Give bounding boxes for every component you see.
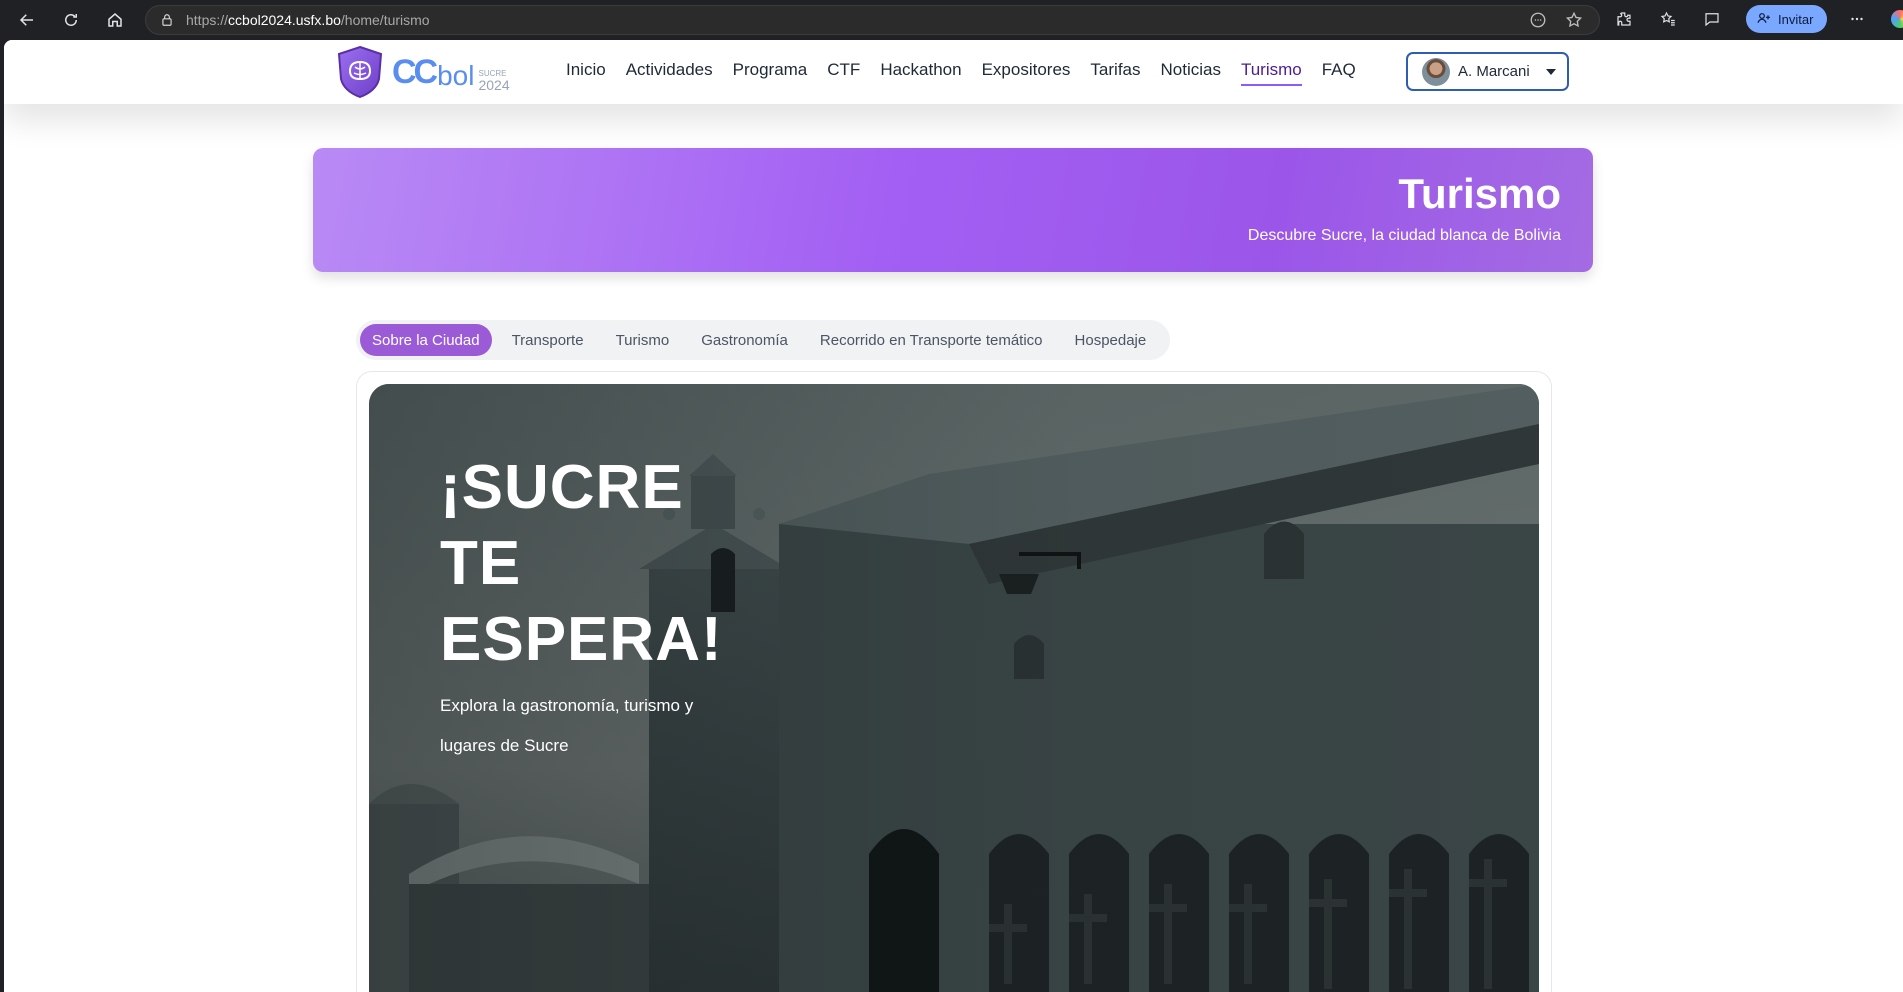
feedback-icon[interactable] xyxy=(1698,5,1726,33)
nav-link-expositores[interactable]: Expositores xyxy=(982,60,1071,86)
nav-link-programa[interactable]: Programa xyxy=(733,60,808,86)
copilot-icon[interactable] xyxy=(1891,10,1903,28)
reading-mode-icon[interactable] xyxy=(1529,11,1547,29)
logo-cc: CC xyxy=(392,52,438,91)
invite-icon xyxy=(1756,10,1772,29)
sucre-church-image: ¡SUCRE TE ESPERA! Explora la gastronomía… xyxy=(369,384,1539,992)
tab-sobre-la-ciudad[interactable]: Sobre la Ciudad xyxy=(360,324,492,356)
page-title: Turismo xyxy=(1398,170,1561,217)
caret-down-icon xyxy=(1545,68,1556,75)
nav-link-inicio[interactable]: Inicio xyxy=(566,60,606,86)
tab-transporte[interactable]: Transporte xyxy=(500,324,596,356)
section-tabs: Sobre la Ciudad Transporte Turismo Gastr… xyxy=(356,320,1171,360)
nav-link-ctf[interactable]: CTF xyxy=(827,60,860,86)
tab-gastronomia[interactable]: Gastronomía xyxy=(689,324,800,356)
site-header: CC bol SUCRE 2024 Inicio Actividades Pro… xyxy=(4,40,1903,104)
nav-link-hackathon[interactable]: Hackathon xyxy=(880,60,961,86)
nav-link-faq[interactable]: FAQ xyxy=(1322,60,1356,86)
invite-label: Invitar xyxy=(1778,11,1814,27)
logo-bol: bol xyxy=(437,59,475,91)
extensions-icon[interactable] xyxy=(1610,5,1638,33)
nav-link-actividades[interactable]: Actividades xyxy=(626,60,713,86)
shield-logo-icon xyxy=(337,45,383,99)
browser-toolbar: https://ccbol2024.usfx.bo/home/turismo I… xyxy=(0,0,1903,40)
favorites-icon[interactable] xyxy=(1654,5,1682,33)
address-bar[interactable]: https://ccbol2024.usfx.bo/home/turismo xyxy=(145,5,1600,35)
tab-recorrido-transporte-tematico[interactable]: Recorrido en Transporte temático xyxy=(808,324,1055,356)
site-logo[interactable]: CC bol SUCRE 2024 xyxy=(336,45,510,99)
page-viewport: CC bol SUCRE 2024 Inicio Actividades Pro… xyxy=(4,40,1903,992)
url-text: https://ccbol2024.usfx.bo/home/turismo xyxy=(186,12,430,28)
more-menu-icon[interactable] xyxy=(1843,5,1871,33)
reload-icon[interactable] xyxy=(56,5,86,35)
nav-link-turismo[interactable]: Turismo xyxy=(1240,60,1302,86)
city-card: ¡SUCRE TE ESPERA! Explora la gastronomía… xyxy=(356,371,1552,992)
user-name: A. Marcani xyxy=(1458,63,1530,80)
nav-link-tarifas[interactable]: Tarifas xyxy=(1090,60,1140,86)
favorite-star-icon[interactable] xyxy=(1565,11,1583,29)
invite-button[interactable]: Invitar xyxy=(1746,5,1828,33)
tab-turismo[interactable]: Turismo xyxy=(604,324,682,356)
nav-link-noticias[interactable]: Noticias xyxy=(1161,60,1221,86)
tab-hospedaje[interactable]: Hospedaje xyxy=(1063,324,1159,356)
hero-description: Explora la gastronomía, turismo y lugare… xyxy=(440,696,694,755)
home-icon[interactable] xyxy=(100,5,130,35)
page-banner: Turismo Descubre Sucre, la ciudad blanca… xyxy=(313,148,1593,272)
user-menu-button[interactable]: A. Marcani xyxy=(1406,52,1569,91)
main-nav: Inicio Actividades Programa CTF Hackatho… xyxy=(566,60,1356,86)
logo-sub: SUCRE 2024 xyxy=(478,68,510,93)
page-subtitle: Descubre Sucre, la ciudad blanca de Boli… xyxy=(1247,227,1561,244)
hero-title: ¡SUCRE TE ESPERA! xyxy=(440,453,723,674)
avatar xyxy=(1422,57,1450,86)
lock-icon[interactable] xyxy=(160,13,174,27)
back-icon[interactable] xyxy=(12,5,42,35)
